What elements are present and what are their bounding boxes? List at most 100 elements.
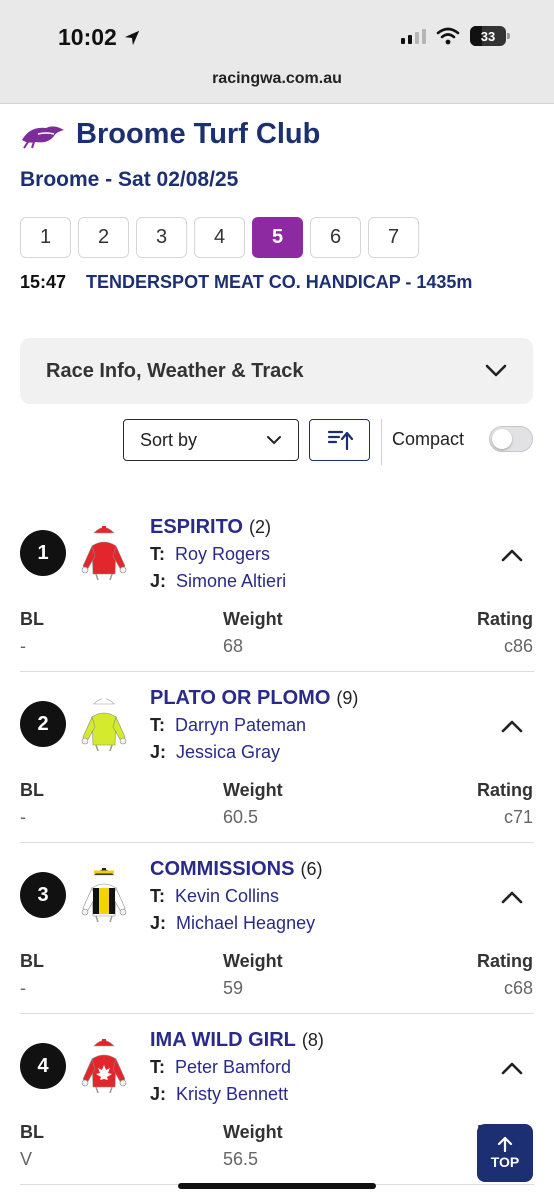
status-time: 10:02 — [58, 24, 141, 51]
race-tab-2[interactable]: 2 — [78, 217, 129, 258]
club-header: Broome Turf Club — [20, 118, 320, 151]
horse-name-text[interactable]: IMA WILD GIRL — [150, 1029, 296, 1051]
saddle-cloth-number: 2 — [20, 701, 66, 747]
list-controls: Sort by Compact — [0, 419, 554, 465]
race-title: TENDERSPOT MEAT CO. HANDICAP - 1435m — [86, 272, 473, 292]
horse-name[interactable]: PLATO OR PLOMO (9) — [150, 687, 358, 710]
runner-card[interactable]: 1 ESPIRITO (2) T: Roy Rogers J: Simone Alti… — [0, 500, 554, 672]
trainer-link[interactable]: Kevin Collins — [175, 886, 279, 906]
jockey-line: J: Kristy Bennett — [150, 1084, 288, 1105]
accordion-label: Race Info, Weather & Track — [46, 359, 304, 382]
jockey-link[interactable]: Simone Altieri — [176, 571, 286, 591]
bl-label: BL — [20, 951, 44, 971]
status-icons: 33 — [401, 26, 510, 46]
race-tab-7[interactable]: 7 — [368, 217, 419, 258]
jockey-link[interactable]: Kristy Bennett — [176, 1084, 288, 1104]
controls-divider — [381, 419, 382, 465]
address-bar-url[interactable]: racingwa.com.au — [0, 70, 554, 88]
cellular-signal-icon — [401, 28, 426, 44]
race-tab-6[interactable]: 6 — [310, 217, 361, 258]
red-maple-leaf-silks-icon — [80, 1037, 128, 1095]
arrow-up-icon — [497, 1136, 513, 1152]
bl-value: V — [20, 1149, 33, 1169]
weight-value: 68 — [223, 636, 244, 656]
horse-name-text[interactable]: COMMISSIONS — [150, 858, 294, 880]
runner-card[interactable]: 2 PLATO OR PLOMO (9) T: Darryn Pateman J: J… — [0, 671, 554, 843]
weight-label: Weight — [223, 780, 283, 800]
weight-value: 56.5 — [223, 1149, 259, 1169]
trainer-line: T: Roy Rogers — [150, 544, 270, 565]
trainer-link[interactable]: Peter Bamford — [175, 1057, 291, 1077]
chevron-up-icon[interactable] — [501, 1061, 523, 1075]
rating-label: Rating — [477, 951, 533, 971]
trainer-link[interactable]: Roy Rogers — [175, 544, 270, 564]
black-yellow-silks-icon — [80, 866, 128, 924]
weight-label: Weight — [223, 609, 283, 629]
barrier-number: (6) — [300, 859, 323, 879]
jockey-prefix: J: — [150, 1084, 167, 1104]
clock-text: 10:02 — [58, 24, 117, 50]
barrier-number: (8) — [301, 1030, 324, 1050]
rating-value: c68 — [503, 978, 533, 998]
battery-level: 33 — [480, 28, 496, 44]
barrier-number: (2) — [249, 517, 271, 537]
trainer-link[interactable]: Darryn Pateman — [175, 715, 306, 735]
rating-value: c86 — [503, 636, 533, 656]
race-tab-1[interactable]: 1 — [20, 217, 71, 258]
horse-name[interactable]: IMA WILD GIRL (8) — [150, 1029, 324, 1052]
chevron-up-icon[interactable] — [501, 548, 523, 562]
weight-label: Weight — [223, 951, 283, 971]
scroll-to-top-button[interactable]: TOP — [477, 1124, 533, 1182]
barrier-number: (9) — [336, 688, 359, 708]
jockey-line: J: Michael Heagney — [150, 913, 315, 934]
chevron-down-icon — [485, 364, 507, 377]
saddle-cloth-number: 4 — [20, 1043, 66, 1089]
trainer-line: T: Peter Bamford — [150, 1057, 291, 1078]
runner-card[interactable]: 4 IMA WILD GIRL (8) T: Peter Bamford J: Kri… — [0, 1013, 554, 1185]
bl-value: - — [20, 636, 26, 656]
wifi-icon — [436, 27, 460, 45]
horse-name-text[interactable]: ESPIRITO — [150, 516, 243, 538]
meeting-title: Broome - Sat 02/08/25 — [20, 168, 239, 191]
horse-name[interactable]: ESPIRITO (2) — [150, 516, 271, 539]
jockey-line: J: Simone Altieri — [150, 571, 286, 592]
sort-by-label: Sort by — [140, 429, 198, 450]
bl-value: - — [20, 807, 26, 827]
rating-value: c71 — [503, 807, 533, 827]
trainer-prefix: T: — [150, 715, 165, 735]
horse-name-text[interactable]: PLATO OR PLOMO — [150, 687, 330, 709]
horse-name[interactable]: COMMISSIONS (6) — [150, 858, 322, 881]
compact-label: Compact — [392, 429, 465, 449]
chevron-down-icon — [267, 436, 281, 445]
saddle-cloth-number: 1 — [20, 530, 66, 576]
chevron-up-icon[interactable] — [501, 890, 523, 904]
race-tabs: 1234567 — [20, 217, 419, 258]
race-time: 15:47 — [20, 272, 67, 292]
runner-card[interactable]: 3 COMMISSIONS (6) T: Kevin Collins J: Micha… — [0, 842, 554, 1014]
trainer-prefix: T: — [150, 544, 165, 564]
rating-label: Rating — [477, 609, 533, 629]
race-tab-5[interactable]: 5 — [252, 217, 303, 258]
bl-label: BL — [20, 780, 44, 800]
bl-value: - — [20, 978, 26, 998]
trainer-prefix: T: — [150, 886, 165, 906]
saddle-cloth-number: 3 — [20, 872, 66, 918]
trainer-line: T: Kevin Collins — [150, 886, 279, 907]
jockey-link[interactable]: Michael Heagney — [176, 913, 315, 933]
home-indicator — [178, 1183, 376, 1189]
trainer-prefix: T: — [150, 1057, 165, 1077]
trainer-line: T: Darryn Pateman — [150, 715, 306, 736]
race-tab-3[interactable]: 3 — [136, 217, 187, 258]
race-info-accordion[interactable]: Race Info, Weather & Track — [20, 338, 533, 404]
chevron-up-icon[interactable] — [501, 719, 523, 733]
race-tab-4[interactable]: 4 — [194, 217, 245, 258]
browser-top-bar: 10:02 33 racingwa.com.au — [0, 0, 554, 104]
lime-silks-icon — [80, 695, 128, 753]
compact-toggle[interactable] — [489, 426, 533, 452]
sort-by-select[interactable]: Sort by — [123, 419, 299, 461]
jockey-link[interactable]: Jessica Gray — [176, 742, 280, 762]
club-name: Broome Turf Club — [76, 118, 321, 150]
race-title-line: 15:47 TENDERSPOT MEAT CO. HANDICAP - 143… — [20, 272, 472, 293]
sort-direction-button[interactable] — [309, 419, 370, 461]
jockey-line: J: Jessica Gray — [150, 742, 280, 763]
